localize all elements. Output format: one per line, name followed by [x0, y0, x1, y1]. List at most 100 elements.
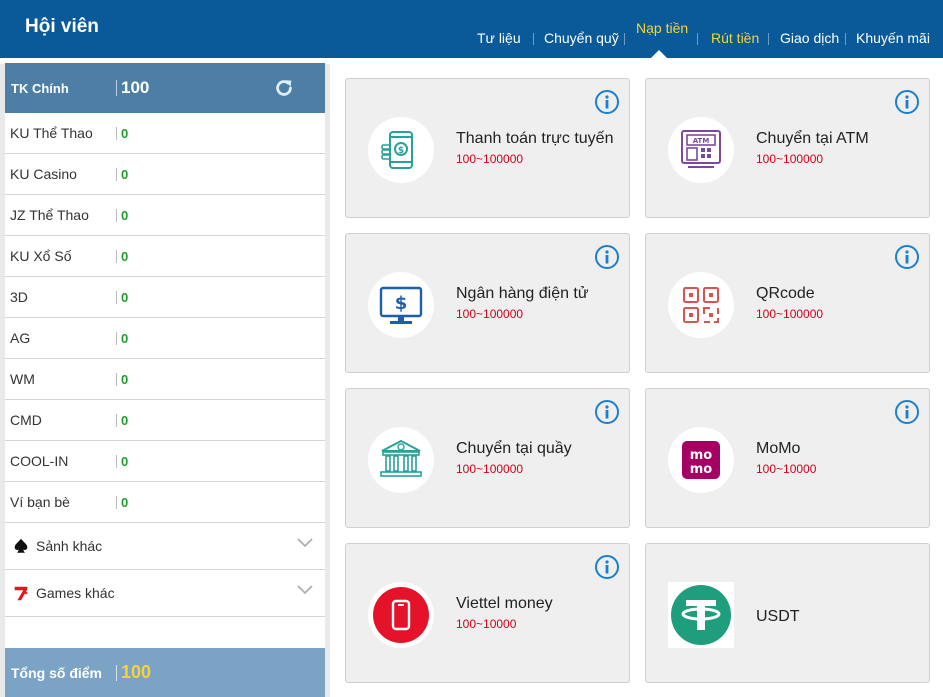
viettel-phone-icon [373, 587, 429, 643]
total-points-label: Tổng số điểm [11, 665, 102, 681]
method-title: Viettel money [456, 595, 553, 612]
method-icon-wrap: $ [368, 272, 434, 338]
main-account-row: TK Chính 100 [5, 63, 325, 113]
total-points-value: 100 [121, 662, 152, 682]
nav-divider [845, 33, 846, 45]
header-bar: Hội viên Tư liệu Chuyển quỹ Nạp tiền Rút… [0, 0, 943, 59]
account-row[interactable]: KU Thể Thao 0 [5, 113, 325, 154]
momo-logo: mo mo [682, 441, 720, 479]
tab-khuyen-mai[interactable]: Khuyến mãi [856, 30, 930, 46]
method-icon-wrap: ATM [668, 117, 734, 183]
divider [116, 209, 117, 222]
info-icon[interactable] [894, 244, 920, 270]
account-label: KU Xổ Số [10, 248, 72, 264]
divider [116, 250, 117, 263]
page-title: Hội viên [25, 16, 99, 37]
divider [116, 414, 117, 427]
total-points-row: Tổng số điểm 100 [5, 648, 325, 697]
account-label: WM [10, 371, 35, 387]
divider [116, 291, 117, 304]
method-title: Thanh toán trực tuyến [456, 130, 614, 147]
method-icon-wrap: mo mo [668, 427, 734, 493]
method-card-atm-transfer[interactable]: ATM Chuyển tại ATM 100~100000 [645, 78, 930, 218]
method-card-momo[interactable]: mo mo MoMo 100~10000 [645, 388, 930, 528]
chevron-down-icon [297, 585, 313, 595]
svg-text:ATM: ATM [693, 137, 710, 145]
account-balance: 0 [121, 495, 129, 510]
divider [116, 496, 117, 509]
info-icon[interactable] [894, 89, 920, 115]
group-sanh-khac[interactable]: Sảnh khác [5, 523, 325, 570]
account-row[interactable]: KU Casino 0 [5, 154, 325, 195]
method-range: 100~100000 [456, 462, 524, 476]
monitor-dollar-icon: $ [379, 286, 423, 324]
method-range: 100~100000 [756, 152, 824, 166]
account-label: JZ Thể Thao [10, 207, 89, 223]
method-range: 100~100000 [756, 307, 824, 321]
method-icon-wrap [368, 582, 434, 648]
method-title: MoMo [756, 440, 801, 457]
account-row[interactable]: Ví bạn bè 0 [5, 482, 325, 523]
account-row[interactable]: COOL-IN 0 [5, 441, 325, 482]
method-icon-wrap [668, 272, 734, 338]
info-icon[interactable] [894, 399, 920, 425]
tab-giao-dich[interactable]: Giao dịch [780, 30, 839, 46]
account-row[interactable]: 3D 0 [5, 277, 325, 318]
group-label: Games khác [36, 585, 115, 601]
info-icon[interactable] [594, 554, 620, 580]
tab-nap-tien[interactable]: Nạp tiền [636, 20, 688, 36]
account-balance: 0 [121, 331, 129, 346]
divider [116, 373, 117, 386]
chevron-down-icon [297, 538, 313, 548]
method-card-online-payment[interactable]: $ Thanh toán trực tuyến 100~100000 [345, 78, 630, 218]
method-range: 100~10000 [756, 462, 817, 476]
account-row[interactable]: AG 0 [5, 318, 325, 359]
method-card-qrcode[interactable]: QRcode 100~100000 [645, 233, 930, 373]
account-balance: 0 [121, 290, 129, 305]
refresh-icon[interactable] [273, 77, 295, 99]
tab-chuyen-quy[interactable]: Chuyển quỹ [544, 30, 619, 46]
main-account-label: TK Chính [11, 81, 69, 96]
divider [116, 127, 117, 140]
bank-building-icon [380, 439, 422, 477]
divider [116, 455, 117, 468]
info-icon[interactable] [594, 399, 620, 425]
method-card-counter-transfer[interactable]: Chuyển tại quầy 100~100000 [345, 388, 630, 528]
spade-icon [14, 538, 28, 553]
main-account-balance: 100 [121, 78, 150, 97]
account-row[interactable]: JZ Thể Thao 0 [5, 195, 325, 236]
account-row[interactable]: WM 0 [5, 359, 325, 400]
method-card-viettel-money[interactable]: Viettel money 100~10000 [345, 543, 630, 683]
method-range: 100~10000 [456, 617, 517, 631]
divider [116, 332, 117, 345]
method-card-usdt[interactable]: USDT [645, 543, 930, 683]
account-balance: 0 [121, 249, 129, 264]
nav-divider [624, 33, 625, 45]
method-title: Ngân hàng điện tử [456, 285, 589, 302]
account-label: 3D [10, 289, 28, 305]
account-row[interactable]: KU Xổ Số 0 [5, 236, 325, 277]
account-label: KU Thể Thao [10, 125, 93, 141]
tab-tu-lieu[interactable]: Tư liệu [477, 30, 521, 46]
nav-divider [533, 33, 534, 45]
divider [116, 80, 117, 96]
divider [116, 665, 117, 681]
method-range: 100~100000 [456, 152, 524, 166]
svg-text:mo: mo [690, 462, 713, 477]
account-balance: 0 [121, 372, 129, 387]
account-label: COOL-IN [10, 453, 69, 469]
account-label: AG [10, 330, 31, 346]
account-balance: 0 [121, 208, 129, 223]
svg-text:$: $ [398, 146, 404, 156]
atm-icon: ATM [681, 130, 721, 168]
info-icon[interactable] [594, 89, 620, 115]
account-row[interactable]: CMD 0 [5, 400, 325, 441]
wallet-sidebar: TK Chính 100 KU Thể Thao 0 KU Casino 0 J… [5, 63, 325, 697]
account-balance: 0 [121, 126, 129, 141]
tab-rut-tien[interactable]: Rút tiền [711, 30, 759, 46]
mobile-payment-icon: $ [381, 131, 413, 169]
method-range: 100~100000 [456, 307, 524, 321]
method-card-e-banking[interactable]: $ Ngân hàng điện tử 100~100000 [345, 233, 630, 373]
info-icon[interactable] [594, 244, 620, 270]
group-games-khac[interactable]: Games khác [5, 570, 325, 617]
